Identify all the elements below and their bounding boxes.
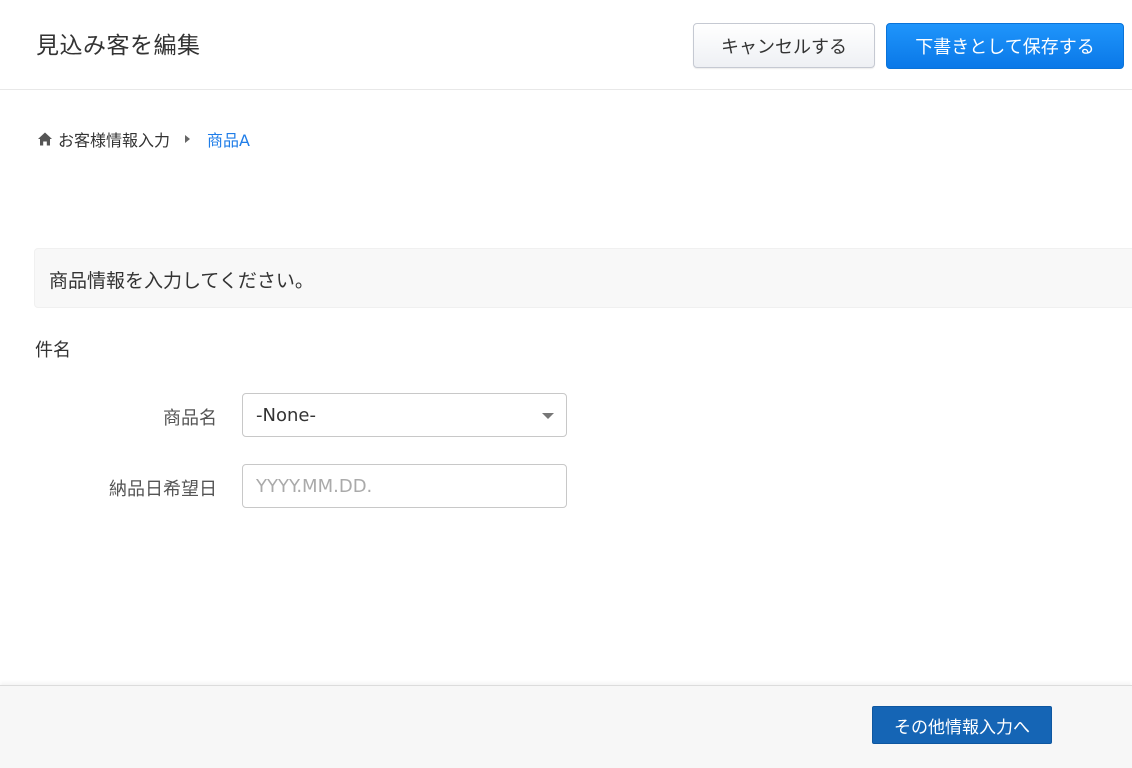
page-header: 見込み客を編集 キャンセルする 下書きとして保存する [0,0,1132,90]
cancel-button[interactable]: キャンセルする [693,23,875,68]
info-message: 商品情報を入力してください。 [49,270,314,292]
product-name-select[interactable]: -None- [242,393,567,437]
home-icon[interactable] [37,131,53,147]
caret-right-icon [185,135,191,143]
breadcrumb: お客様情報入力 商品A [37,128,250,150]
chevron-down-icon [542,413,554,419]
page-title: 見込み客を編集 [36,33,201,59]
delivery-date-label: 納品日希望日 [109,479,217,500]
section-title: 件名 [35,340,71,361]
save-draft-button[interactable]: 下書きとして保存する [886,23,1124,69]
next-info-button[interactable]: その他情報入力へ [872,706,1052,744]
info-banner: 商品情報を入力してください。 [34,248,1132,308]
delivery-date-input[interactable] [242,464,567,508]
page-footer: その他情報入力へ [0,685,1132,768]
product-name-value: -None- [256,405,316,426]
breadcrumb-home-link[interactable]: お客様情報入力 [58,127,170,151]
product-name-label: 商品名 [163,408,217,429]
breadcrumb-current: 商品A [207,131,250,150]
